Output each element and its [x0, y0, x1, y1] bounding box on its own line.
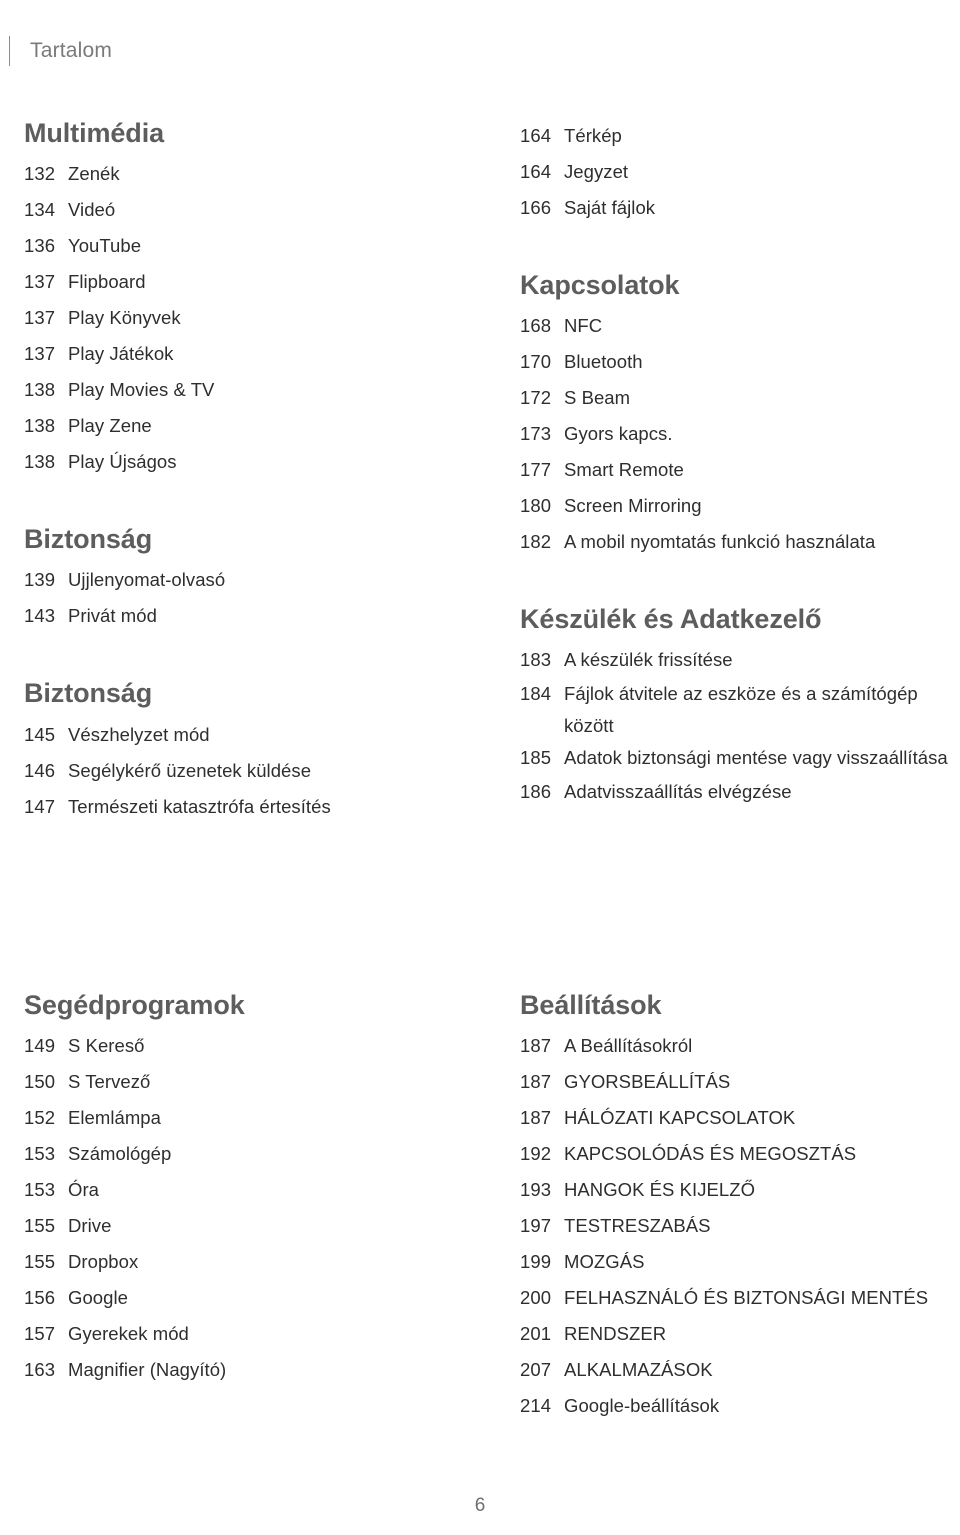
toc-entry[interactable]: 177 Smart Remote: [520, 452, 952, 488]
toc-entry-label: MOZGÁS: [564, 1251, 645, 1273]
toc-list: 164 Térkép 164 Jegyzet 166 Saját fájlok: [520, 118, 952, 226]
toc-entry-label: A készülék frissítése: [564, 649, 733, 671]
toc-block-lower: Segédprogramok 149 S Kereső 150 S Tervező 152…: [0, 990, 960, 1424]
toc-entry-page: 166: [520, 197, 552, 218]
toc-entry[interactable]: 186 Adatvisszaállítás elvégzése: [520, 774, 952, 810]
toc-entry-label: Google-beállítások: [564, 1395, 720, 1417]
toc-entry-label: Adatvisszaállítás elvégzése: [564, 781, 792, 803]
header-divider-rule: [9, 36, 10, 66]
toc-entry[interactable]: 200 FELHASZNÁLÓ ÉS BIZTONSÁGI MENTÉS: [520, 1280, 952, 1316]
toc-entry-label: HÁLÓZATI KAPCSOLATOK: [564, 1107, 796, 1129]
toc-entry-page: 187: [520, 1035, 552, 1057]
toc-entry-page: 168: [520, 315, 552, 337]
toc-entry-label: A mobil nyomtatás funkció használata: [564, 531, 876, 553]
toc-section: Kapcsolatok 168 NFC 170 Bluetooth 172 S Beam 17…: [520, 270, 952, 560]
toc-entry-label: KAPCSOLÓDÁS ÉS MEGOSZTÁS: [564, 1143, 857, 1165]
toc-entry[interactable]: 185 Adatok biztonsági mentése vagy vissza…: [520, 742, 952, 774]
toc-entry[interactable]: 193 HANGOK ÉS KIJELZŐ: [520, 1172, 952, 1208]
toc-entry[interactable]: 182 A mobil nyomtatás funkció használata: [520, 524, 952, 560]
toc-entry[interactable]: 170 Bluetooth: [520, 344, 952, 380]
toc-entry-page: 164: [520, 125, 552, 146]
toc-entry-label: Smart Remote: [564, 459, 684, 481]
toc-entry-page: 193: [520, 1179, 552, 1201]
toc-entry-page: 183: [520, 649, 552, 671]
toc-entry-label: FELHASZNÁLÓ ÉS BIZTONSÁGI MENTÉS: [564, 1287, 929, 1309]
toc-entry-page: 170: [520, 351, 552, 373]
toc-entry-page: 185: [520, 747, 552, 769]
toc-section-title: Beállítások: [520, 990, 662, 1020]
toc-entry[interactable]: 184 Fájlok átvitele az eszköze és a számí…: [520, 678, 952, 742]
toc-entry-page: 184: [520, 683, 552, 705]
toc-entry-page: 200: [520, 1287, 552, 1309]
toc-entry-label: Térkép: [564, 125, 622, 146]
toc-entry[interactable]: 187 HÁLÓZATI KAPCSOLATOK: [520, 1100, 952, 1136]
toc-entry[interactable]: 214 Google-beállítások: [520, 1388, 952, 1424]
toc-column-upper-right: 164 Térkép 164 Jegyzet 166 Saját fájlok Kapcso…: [0, 118, 960, 825]
toc-entry-page: 177: [520, 459, 552, 481]
toc-entry[interactable]: 180 Screen Mirroring: [520, 488, 952, 524]
toc-entry-label: A Beállításokról: [564, 1035, 693, 1057]
toc-entry[interactable]: 187 GYORSBEÁLLÍTÁS: [520, 1064, 952, 1100]
toc-entry-page: 172: [520, 387, 552, 409]
toc-entry-label: ALKALMAZÁSOK: [564, 1359, 713, 1381]
toc-entry-label: NFC: [564, 315, 603, 337]
toc-entry-page: 207: [520, 1359, 552, 1381]
toc-entry[interactable]: 164 Térkép: [520, 118, 952, 154]
toc-section-title: Készülék és Adatkezelő: [520, 604, 822, 635]
page-running-header: Tartalom: [9, 34, 112, 68]
toc-entry-label: RENDSZER: [564, 1323, 667, 1345]
toc-entry-page: 164: [520, 161, 552, 182]
toc-section: Beállítások 187 A Beállításokról 187 GYORSBE…: [520, 990, 952, 1424]
toc-entry-label: Screen Mirroring: [564, 495, 702, 517]
toc-entry-page: 187: [520, 1071, 552, 1093]
toc-entry-page: 187: [520, 1107, 552, 1129]
toc-list: 168 NFC 170 Bluetooth 172 S Beam 173 Gyors kapc…: [520, 308, 952, 560]
toc-list: 187 A Beállításokról 187 GYORSBEÁLLÍTÁS 187 H…: [520, 1028, 952, 1424]
toc-entry-page: 182: [520, 531, 552, 553]
toc-entry-label: Bluetooth: [564, 351, 643, 373]
toc-section-title: Kapcsolatok: [520, 270, 680, 300]
toc-entry-page: 199: [520, 1251, 552, 1273]
toc-entry[interactable]: 166 Saját fájlok: [520, 190, 952, 226]
toc-entry[interactable]: 192 KAPCSOLÓDÁS ÉS MEGOSZTÁS: [520, 1136, 952, 1172]
toc-entry[interactable]: 197 TESTRESZABÁS: [520, 1208, 952, 1244]
toc-entry-label: HANGOK ÉS KIJELZŐ: [564, 1179, 756, 1201]
toc-entry[interactable]: 187 A Beállításokról: [520, 1028, 952, 1064]
toc-entry-label: Jegyzet: [564, 161, 629, 182]
toc-entry[interactable]: 183 A készülék frissítése: [520, 642, 952, 678]
toc-section: 164 Térkép 164 Jegyzet 166 Saját fájlok: [520, 118, 952, 226]
toc-entry-page: 186: [520, 781, 552, 803]
toc-entry[interactable]: 207 ALKALMAZÁSOK: [520, 1352, 952, 1388]
toc-entry-page: 192: [520, 1143, 552, 1165]
toc-entry-label: Gyors kapcs.: [564, 423, 673, 445]
toc-entry-page: 214: [520, 1395, 552, 1417]
toc-entry[interactable]: 168 NFC: [520, 308, 952, 344]
toc-entry-page: 173: [520, 423, 552, 445]
toc-entry[interactable]: 173 Gyors kapcs.: [520, 416, 952, 452]
folio-page-number: 6: [474, 1495, 486, 1516]
toc-entry-label: S Beam: [564, 387, 631, 409]
toc-entry-page: 180: [520, 495, 552, 517]
toc-entry-label: Saját fájlok: [564, 197, 656, 218]
toc-section: Készülék és Adatkezelő 183 A készülék fris…: [520, 604, 952, 810]
toc-list: 183 A készülék frissítése 184 Fájlok átvite…: [520, 642, 952, 810]
toc-entry-label: Adatok biztonsági mentése vagy visszaáll…: [564, 747, 948, 769]
page-title: Tartalom: [30, 39, 113, 62]
table-of-contents: Multimédia 132 Zenék 134 Videó 136 YouTube 137 F…: [0, 118, 960, 1424]
toc-entry[interactable]: 172 S Beam: [520, 380, 952, 416]
toc-entry[interactable]: 201 RENDSZER: [520, 1316, 952, 1352]
toc-entry-label: GYORSBEÁLLÍTÁS: [564, 1071, 731, 1093]
toc-entry-page: 201: [520, 1323, 552, 1345]
toc-entry[interactable]: 164 Jegyzet: [520, 154, 952, 190]
toc-entry-label: TESTRESZABÁS: [564, 1215, 711, 1237]
toc-column-lower-right: Beállítások 187 A Beállításokról 187 GYORSBE…: [0, 990, 960, 1424]
toc-block-upper: Multimédia 132 Zenék 134 Videó 136 YouTube 137 F…: [0, 118, 960, 825]
toc-entry-label: Fájlok átvitele az eszköze és a számítóg…: [564, 683, 918, 737]
toc-entry-page: 197: [520, 1215, 552, 1237]
toc-entry[interactable]: 199 MOZGÁS: [520, 1244, 952, 1280]
